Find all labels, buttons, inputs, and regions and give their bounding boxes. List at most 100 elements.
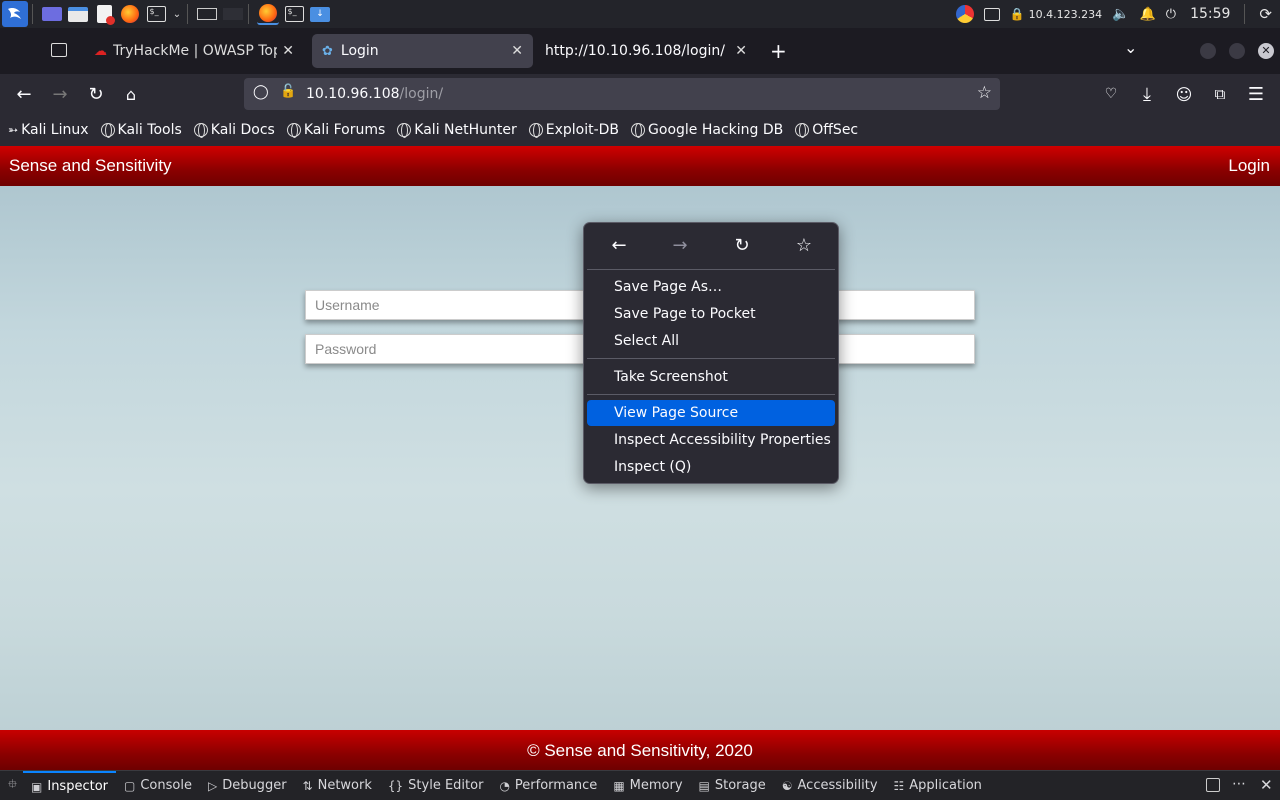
tab-memory[interactable]: ▦ Memory (605, 771, 690, 800)
reload-icon[interactable]: ↻ (84, 82, 108, 106)
site-favicon-icon: ✿ (322, 43, 333, 59)
logout-icon[interactable]: ⟳ (1259, 5, 1272, 23)
tab-application[interactable]: ☷ Application (886, 771, 990, 800)
display-icon[interactable] (983, 7, 1000, 21)
close-tab-icon[interactable]: ✕ (511, 43, 523, 59)
system-tray: 🔒 10.4.123.234 🔈 🔔 ⏻ 15:59 ⟳ (955, 0, 1280, 28)
bookmark-star-icon[interactable]: ☆ (977, 83, 992, 103)
password-placeholder: Password (315, 341, 377, 357)
tab-performance[interactable]: ◔ Performance (491, 771, 605, 800)
element-picker-icon[interactable]: ⯐ (0, 771, 23, 800)
text-editor-icon[interactable] (93, 3, 115, 25)
firefox-window-icon[interactable] (257, 3, 279, 25)
globe-icon (286, 123, 301, 138)
list-all-tabs-icon[interactable]: ⌄ (1124, 38, 1137, 57)
bookmark-offsec[interactable]: OffSec (795, 122, 858, 138)
pocket-icon[interactable]: ♡ (1099, 82, 1123, 106)
bookmark-label: Google Hacking DB (648, 122, 784, 138)
vpn-status[interactable]: 🔒 10.4.123.234 (1010, 7, 1102, 21)
hamburger-menu-icon[interactable]: ☰ (1244, 82, 1268, 106)
tab-inspector[interactable]: ▣ Inspector (23, 770, 116, 800)
downloads-icon[interactable]: ⤓ (1135, 82, 1159, 106)
close-tab-icon[interactable]: ✕ (735, 43, 747, 59)
application-icon: ☷ (893, 778, 905, 793)
bookmark-kali-tools[interactable]: Kali Tools (100, 122, 182, 138)
menu-inspect[interactable]: Inspect (Q) (587, 454, 835, 480)
tab-network[interactable]: ⇅ Network (295, 771, 380, 800)
menu-save-page-as[interactable]: Save Page As… (587, 274, 835, 300)
show-desktop-icon[interactable] (41, 3, 63, 25)
firefox-launcher-icon[interactable] (119, 3, 141, 25)
back-arrow-icon[interactable]: ← (12, 82, 36, 106)
forward-arrow-icon[interactable]: → (668, 233, 692, 257)
cloud-icon: ☁ (94, 43, 107, 59)
tab-console[interactable]: ▢ Console (116, 771, 200, 800)
close-devtools-icon[interactable]: ✕ (1260, 776, 1273, 794)
bookmark-kali-nethunter[interactable]: Kali NetHunter (397, 122, 517, 138)
bookmark-kali-docs[interactable]: Kali Docs (193, 122, 275, 138)
globe-icon (397, 123, 412, 138)
downloads-folder-icon[interactable]: ↓ (309, 3, 331, 25)
site-brand[interactable]: Sense and Sensitivity (9, 156, 172, 176)
devtools-toolbar: ⯐ ▣ Inspector ▢ Console ▷ Debugger ⇅ Network… (0, 770, 1280, 800)
devtools-tab-label: Inspector (47, 779, 108, 794)
home-icon[interactable]: ⌂ (119, 82, 143, 106)
new-tab-icon[interactable]: + (770, 39, 787, 63)
tab-login-url[interactable]: http://10.10.96.108/login/ ✕ (535, 34, 757, 68)
notification-bell-icon[interactable]: 🔔 (1140, 7, 1156, 22)
workspace-1-icon[interactable] (196, 3, 218, 25)
devtools-tab-label: Debugger (222, 778, 287, 793)
clock[interactable]: 15:59 (1190, 6, 1230, 22)
performance-icon: ◔ (499, 778, 510, 793)
tab-style-editor[interactable]: {} Style Editor (380, 771, 492, 800)
bookmark-star-icon[interactable]: ☆ (792, 233, 816, 257)
chevron-down-icon[interactable]: ⌄ (171, 3, 183, 25)
minimize-button[interactable] (1200, 43, 1216, 59)
reload-icon[interactable]: ↻ (730, 233, 754, 257)
menu-take-screenshot[interactable]: Take Screenshot (587, 364, 835, 390)
kali-menu-icon[interactable] (2, 1, 28, 27)
tab-storage[interactable]: ▤ Storage (691, 771, 774, 800)
back-arrow-icon[interactable]: ← (607, 233, 631, 257)
menu-inspect-accessibility[interactable]: Inspect Accessibility Properties (587, 427, 835, 453)
tab-tryhackme[interactable]: ☁ TryHackMe | OWASP Top ✕ (84, 34, 304, 68)
account-icon[interactable]: ☺ (1172, 82, 1196, 106)
maximize-button[interactable] (1229, 43, 1245, 59)
file-manager-icon[interactable] (67, 3, 89, 25)
tab-label: http://10.10.96.108/login/ (545, 43, 725, 59)
login-link[interactable]: Login (1228, 156, 1270, 176)
close-tab-icon[interactable]: ✕ (282, 43, 294, 59)
close-window-button[interactable]: ✕ (1258, 43, 1274, 59)
bookmark-exploit-db[interactable]: Exploit-DB (528, 122, 619, 138)
forward-arrow-icon[interactable]: → (48, 82, 72, 106)
kali-dragon-icon: ➳ (8, 123, 19, 137)
volume-icon[interactable]: 🔈 (1112, 6, 1129, 22)
globe-icon (631, 123, 646, 138)
bookmark-kali-forums[interactable]: Kali Forums (286, 122, 385, 138)
firefox-view-icon[interactable] (51, 43, 67, 57)
tab-accessibility[interactable]: ☯ Accessibility (774, 771, 886, 800)
tab-debugger[interactable]: ▷ Debugger (200, 771, 295, 800)
tab-login[interactable]: ✿ Login ✕ (312, 34, 533, 68)
browser-tab-bar: ☁ TryHackMe | OWASP Top ✕ ✿ Login ✕ http… (0, 28, 1280, 74)
more-options-icon[interactable]: ⋯ (1232, 776, 1246, 792)
bookmark-kali-linux[interactable]: ➳ Kali Linux (8, 122, 89, 138)
menu-save-page-to-pocket[interactable]: Save Page to Pocket (587, 301, 835, 327)
username-placeholder: Username (315, 297, 380, 313)
menu-divider (587, 269, 835, 270)
extensions-icon[interactable]: ⧉ (1208, 82, 1232, 106)
devtools-tab-label: Console (140, 778, 192, 793)
terminal-window-icon[interactable]: $_ (283, 3, 305, 25)
dock-side-icon[interactable] (1206, 778, 1220, 792)
color-picker-icon[interactable] (955, 5, 974, 23)
terminal-launcher-icon[interactable]: $_ (145, 3, 167, 25)
workspace-2-icon[interactable] (222, 3, 244, 25)
inspector-icon: ▣ (31, 779, 43, 794)
url-bar[interactable]: ◯ 🔓 10.10.96.108/login/ ☆ (244, 78, 1000, 110)
menu-view-page-source[interactable]: View Page Source (587, 400, 835, 426)
power-icon[interactable]: ⏻ (1166, 7, 1176, 22)
menu-select-all[interactable]: Select All (587, 328, 835, 354)
shield-icon[interactable]: ◯ (253, 84, 269, 100)
insecure-lock-icon[interactable]: 🔓 (280, 84, 296, 99)
bookmark-google-hacking-db[interactable]: Google Hacking DB (631, 122, 783, 138)
